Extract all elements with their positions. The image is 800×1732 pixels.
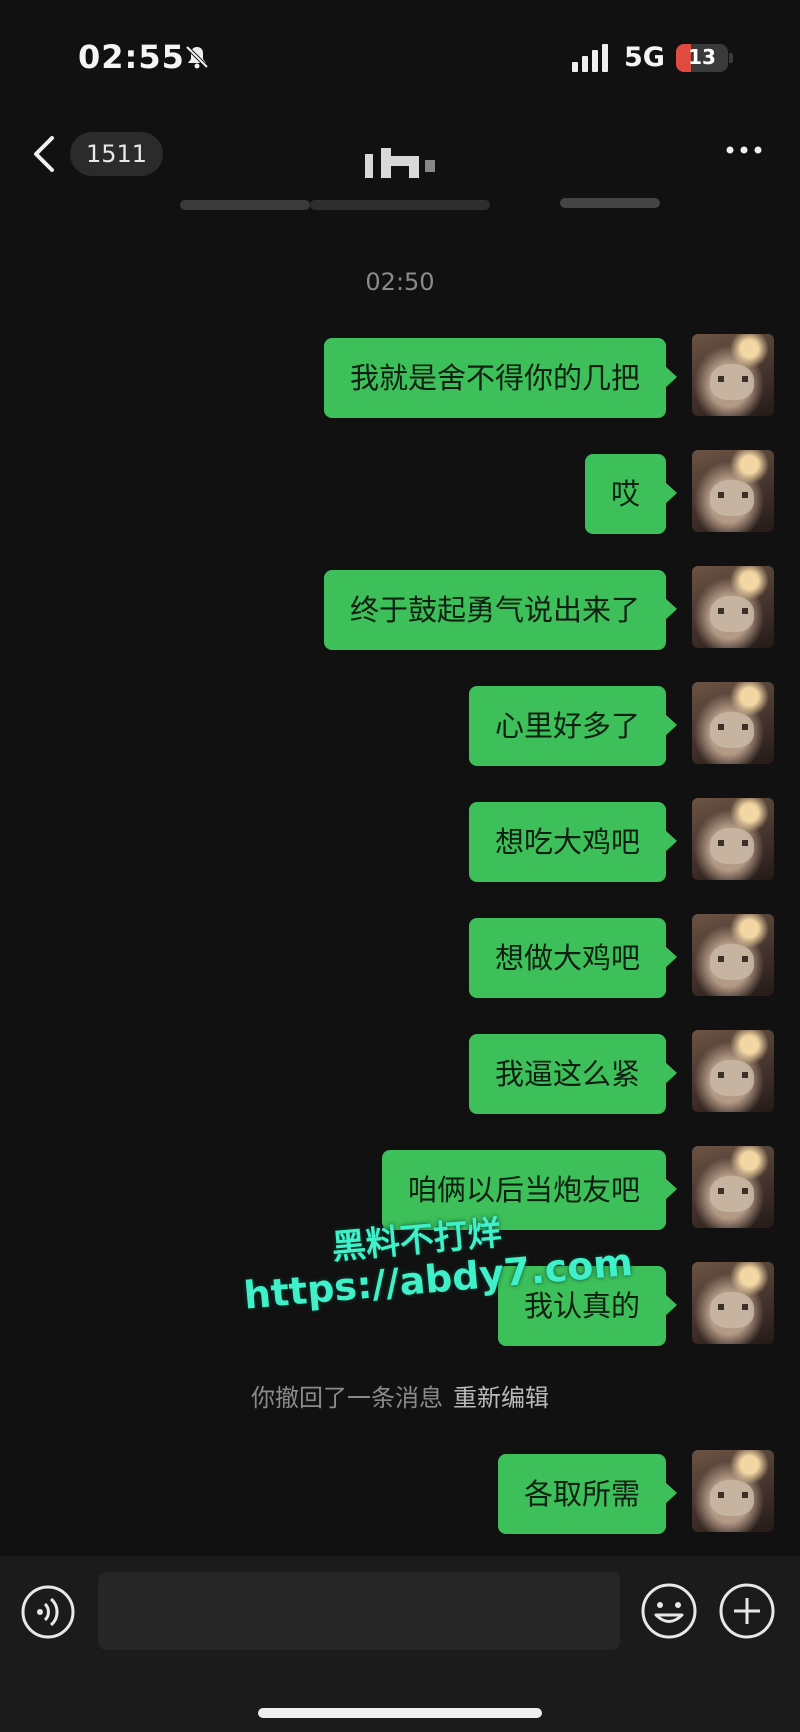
- message-row: 想吃大鸡吧: [174, 798, 774, 882]
- avatar[interactable]: [692, 334, 774, 416]
- avatar[interactable]: [692, 1450, 774, 1532]
- message-bubble[interactable]: 各取所需: [497, 1454, 678, 1534]
- battery-percent: 13: [688, 45, 716, 69]
- message-row: 终于鼓起勇气说出来了: [174, 566, 774, 650]
- input-bar: [0, 1556, 800, 1732]
- avatar[interactable]: [692, 450, 774, 532]
- home-indicator: [258, 1708, 542, 1718]
- avatar[interactable]: [692, 1030, 774, 1112]
- avatar[interactable]: [692, 566, 774, 648]
- status-time: 02:55: [78, 38, 185, 76]
- message-bubble[interactable]: 我就是舍不得你的几把: [323, 338, 678, 418]
- bell-muted-icon: [185, 45, 209, 69]
- voice-icon[interactable]: [20, 1584, 76, 1640]
- unread-count-badge[interactable]: 1511: [70, 132, 164, 176]
- message-row: 我就是舍不得你的几把: [174, 334, 774, 418]
- message-row: 心里好多了: [174, 682, 774, 766]
- message-timestamp: 02:50: [365, 268, 435, 296]
- battery-tip: [729, 53, 733, 63]
- message-bubble[interactable]: 想吃大鸡吧: [468, 802, 678, 882]
- signal-bars-icon: [572, 44, 608, 72]
- message-row: 哎: [174, 450, 774, 534]
- message-row: 我逼这么紧: [174, 1030, 774, 1114]
- chevron-left-icon[interactable]: [30, 134, 60, 174]
- avatar[interactable]: [692, 914, 774, 996]
- message-bubble[interactable]: 心里好多了: [468, 686, 678, 766]
- recall-notice-text: 你撤回了一条消息: [251, 1384, 443, 1412]
- recall-notice: 你撤回了一条消息 重新编辑: [0, 1378, 800, 1413]
- message-bubble[interactable]: 哎: [584, 454, 678, 534]
- message-row: 想做大鸡吧: [174, 914, 774, 998]
- header-subtitle-redacted: [180, 196, 670, 214]
- avatar[interactable]: [692, 798, 774, 880]
- message-row: 各取所需: [174, 1450, 774, 1534]
- avatar[interactable]: [692, 682, 774, 764]
- message-bubble[interactable]: 想做大鸡吧: [468, 918, 678, 998]
- avatar[interactable]: [692, 1146, 774, 1228]
- plus-icon[interactable]: [718, 1582, 776, 1640]
- message-bubble[interactable]: 我逼这么紧: [468, 1034, 678, 1114]
- message-bubble[interactable]: 终于鼓起勇气说出来了: [323, 570, 678, 650]
- network-type: 5G: [624, 42, 665, 73]
- contact-name-redacted: [365, 148, 449, 178]
- avatar[interactable]: [692, 1262, 774, 1344]
- emoji-icon[interactable]: [640, 1582, 698, 1640]
- re-edit-link[interactable]: 重新编辑: [453, 1384, 549, 1412]
- message-input[interactable]: [98, 1572, 620, 1650]
- more-dots-icon[interactable]: [724, 140, 764, 160]
- status-bar: 02:55 5G 13: [0, 0, 800, 110]
- battery-icon: 13: [676, 44, 728, 72]
